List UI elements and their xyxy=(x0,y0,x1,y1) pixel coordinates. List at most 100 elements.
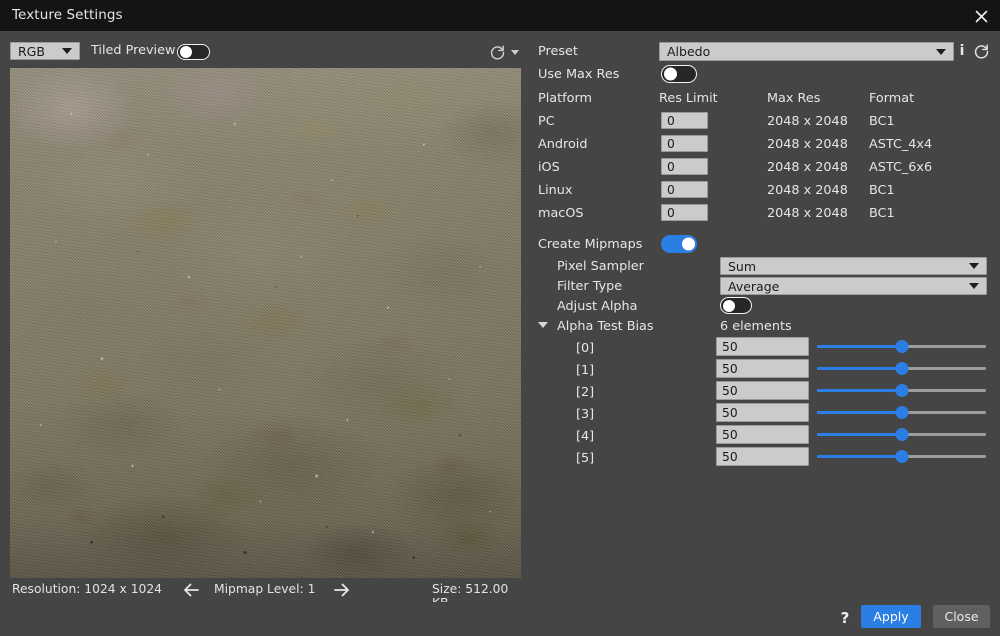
max-res-value: 2048 x 2048 xyxy=(767,183,848,198)
slider-fill xyxy=(817,389,902,392)
channel-mode-dropdown[interactable]: RGB xyxy=(10,42,80,60)
apply-button[interactable]: Apply xyxy=(861,605,921,628)
res-limit-input[interactable] xyxy=(661,112,708,129)
max-res-col-header: Max Res xyxy=(767,91,820,106)
slider-thumb[interactable] xyxy=(895,384,908,397)
use-max-res-label: Use Max Res xyxy=(538,67,619,82)
format-value: ASTC_6x6 xyxy=(869,160,932,175)
alpha-bias-input[interactable] xyxy=(716,425,809,444)
array-index-label: [0] xyxy=(576,341,594,356)
alpha-bias-input[interactable] xyxy=(716,447,809,466)
toggle-knob xyxy=(664,68,677,81)
slider-thumb[interactable] xyxy=(895,450,908,463)
alpha-bias-slider[interactable] xyxy=(817,405,986,419)
array-index-label: [2] xyxy=(576,385,594,400)
preset-dropdown[interactable]: Albedo xyxy=(659,42,954,61)
platform-name: Android xyxy=(538,137,587,152)
format-value: ASTC_4x4 xyxy=(869,137,932,152)
preset-reset-icon[interactable] xyxy=(973,43,990,60)
alpha-bias-slider[interactable] xyxy=(817,383,986,397)
slider-fill xyxy=(817,455,902,458)
pixel-sampler-label: Pixel Sampler xyxy=(557,259,644,274)
create-mipmaps-toggle[interactable] xyxy=(661,235,697,253)
pixel-sampler-dropdown[interactable]: Sum xyxy=(720,257,987,275)
alpha-bias-input[interactable] xyxy=(716,359,809,378)
platform-name: iOS xyxy=(538,160,560,175)
tiled-preview-toggle[interactable] xyxy=(177,44,210,60)
pixel-sampler-value: Sum xyxy=(721,259,756,274)
filter-type-dropdown[interactable]: Average xyxy=(720,277,987,295)
alpha-test-bias-count: 6 elements xyxy=(720,319,792,334)
array-index-label: [3] xyxy=(576,407,594,422)
title-bar: Texture Settings xyxy=(0,0,1000,31)
arrow-right-icon[interactable] xyxy=(330,580,354,600)
res-limit-input[interactable] xyxy=(661,158,708,175)
slider-fill xyxy=(817,411,902,414)
alpha-bias-slider[interactable] xyxy=(817,361,986,375)
page-title: Texture Settings xyxy=(12,7,123,23)
texture-preview-image[interactable] xyxy=(10,68,521,578)
array-index-label: [1] xyxy=(576,363,594,378)
platform-name: PC xyxy=(538,114,555,129)
close-icon[interactable] xyxy=(968,4,994,28)
alpha-bias-slider[interactable] xyxy=(817,339,986,353)
res-limit-input[interactable] xyxy=(661,204,708,221)
slider-thumb[interactable] xyxy=(895,340,908,353)
close-button[interactable]: Close xyxy=(933,605,990,628)
chevron-down-icon xyxy=(936,49,946,55)
alpha-bias-slider[interactable] xyxy=(817,427,986,441)
format-value: BC1 xyxy=(869,206,895,221)
format-value: BC1 xyxy=(869,183,895,198)
chevron-down-icon xyxy=(969,283,979,289)
create-mipmaps-label: Create Mipmaps xyxy=(538,237,642,252)
texture-dark-speck-layer xyxy=(10,68,521,578)
slider-thumb[interactable] xyxy=(895,428,908,441)
array-index-label: [4] xyxy=(576,429,594,444)
resolution-label: Resolution: 1024 x 1024 xyxy=(12,582,162,596)
chevron-down-icon xyxy=(62,48,72,54)
channel-mode-value: RGB xyxy=(11,44,45,59)
adjust-alpha-label: Adjust Alpha xyxy=(557,299,637,314)
preview-refresh-dropdown-icon[interactable] xyxy=(511,50,519,55)
arrow-left-icon[interactable] xyxy=(180,580,204,600)
alpha-bias-input[interactable] xyxy=(716,337,809,356)
max-res-value: 2048 x 2048 xyxy=(767,114,848,129)
filter-type-value: Average xyxy=(721,279,779,294)
array-index-label: [5] xyxy=(576,451,594,466)
slider-thumb[interactable] xyxy=(895,406,908,419)
platform-name: Linux xyxy=(538,183,572,198)
help-button[interactable]: ? xyxy=(836,608,854,628)
max-res-value: 2048 x 2048 xyxy=(767,160,848,175)
preview-refresh-icon[interactable] xyxy=(489,44,506,61)
slider-thumb[interactable] xyxy=(895,362,908,375)
toggle-knob xyxy=(723,300,735,312)
res-limit-input[interactable] xyxy=(661,135,708,152)
alpha-bias-input[interactable] xyxy=(716,381,809,400)
mipmap-level-label: Mipmap Level: 1 xyxy=(214,582,315,596)
res-limit-input[interactable] xyxy=(661,181,708,198)
slider-fill xyxy=(817,433,902,436)
info-icon[interactable]: i xyxy=(958,43,966,60)
platform-col-header: Platform xyxy=(538,91,592,106)
preset-value: Albedo xyxy=(660,44,710,59)
preview-status-bar: Resolution: 1024 x 1024 Mipmap Level: 1 … xyxy=(0,578,521,602)
alpha-bias-input[interactable] xyxy=(716,403,809,422)
max-res-value: 2048 x 2048 xyxy=(767,137,848,152)
toggle-knob xyxy=(682,238,695,251)
preset-label: Preset xyxy=(538,44,578,59)
filter-type-label: Filter Type xyxy=(557,279,622,294)
texture-settings-dialog: Texture Settings RGB Tiled Preview xyxy=(0,0,1000,636)
adjust-alpha-toggle[interactable] xyxy=(720,297,752,314)
alpha-test-bias-collapse-icon[interactable] xyxy=(538,322,548,328)
slider-fill xyxy=(817,367,902,370)
alpha-bias-slider[interactable] xyxy=(817,449,986,463)
platform-name: macOS xyxy=(538,206,584,221)
slider-fill xyxy=(817,345,902,348)
alpha-test-bias-label: Alpha Test Bias xyxy=(557,319,654,334)
chevron-down-icon xyxy=(969,263,979,269)
format-value: BC1 xyxy=(869,114,895,129)
tiled-preview-label: Tiled Preview xyxy=(91,43,175,58)
use-max-res-toggle[interactable] xyxy=(661,65,697,83)
max-res-value: 2048 x 2048 xyxy=(767,206,848,221)
res-limit-col-header: Res Limit xyxy=(659,91,718,106)
